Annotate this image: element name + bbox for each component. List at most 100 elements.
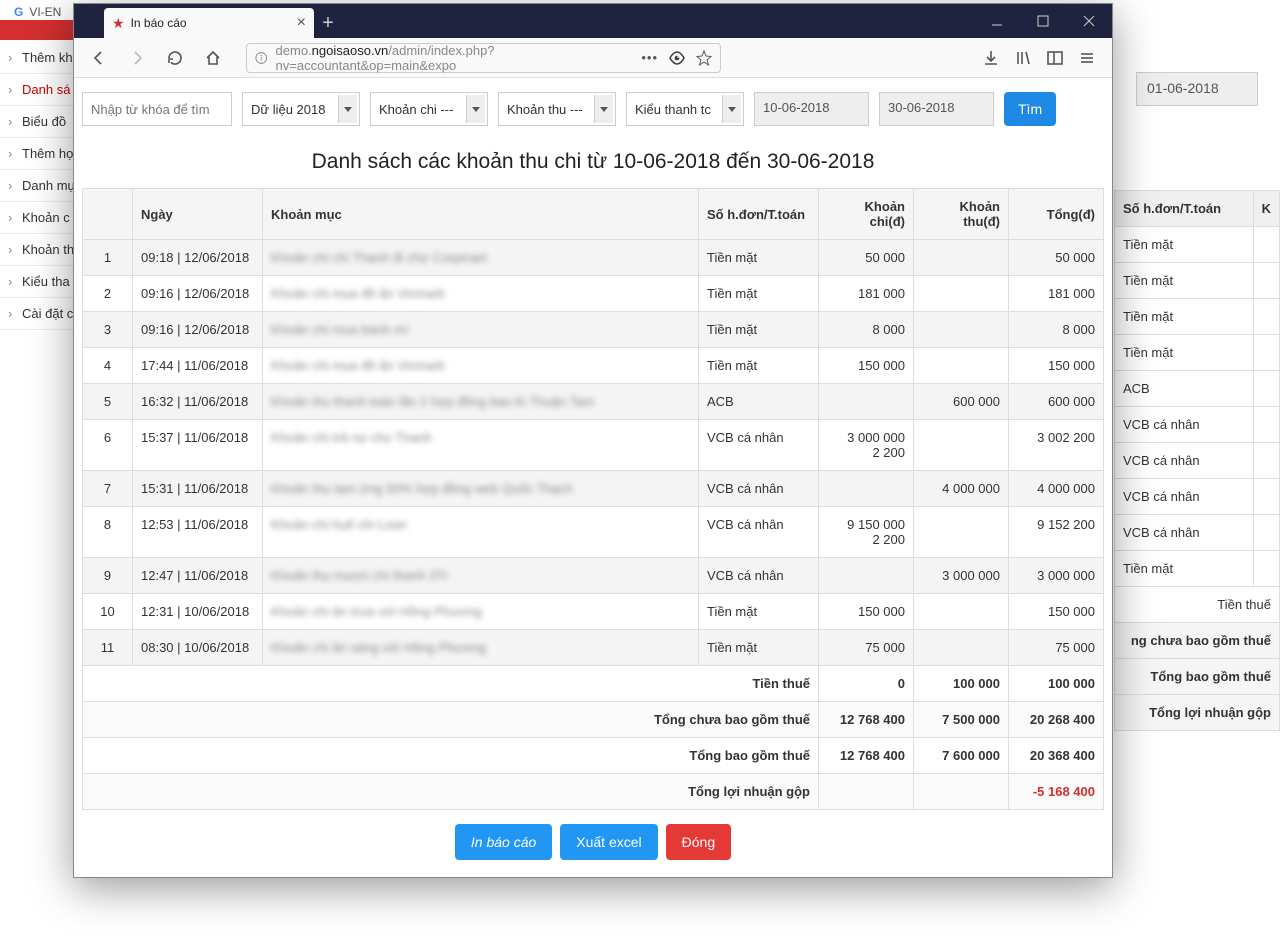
cell-date: 12:31 | 10/06/2018 [133,594,263,630]
url-bar[interactable]: demo.ngoisaoso.vn/admin/index.php?nv=acc… [246,43,721,73]
bg-lang-toggle: G VI-EN [14,5,61,19]
bg-sidebar-item[interactable]: Biểu đồ [0,106,78,138]
cell-thu [914,420,1009,471]
bg-red-header [0,20,80,40]
cell-idx: 9 [83,558,133,594]
cell-idx: 2 [83,276,133,312]
bg-sidebar-item[interactable]: Thêm kh [0,42,78,74]
new-tab-button[interactable]: + [314,8,342,38]
bg-sidebar-item[interactable]: Cài đặt c [0,298,78,330]
thu-select[interactable]: Khoản thu --- [498,92,616,126]
cell-total: 4 000 000 [1009,471,1104,507]
cell-date: 09:16 | 12/06/2018 [133,312,263,348]
close-button[interactable]: Đóng [666,824,731,860]
summary-row: Tổng lợi nhuận gộp-5 168 400 [83,774,1104,810]
sidebar-icon[interactable] [1040,43,1070,73]
bg-table: Số h.đơn/T.toánKTiền mặtTiền mặtTiền mặt… [1114,190,1280,587]
table-row: 209:16 | 12/06/2018Khoản chi mua đồ ăn V… [83,276,1104,312]
back-button[interactable] [84,43,114,73]
cell-thu: 3 000 000 [914,558,1009,594]
cell-chi: 50 000 [819,240,914,276]
table-row: 1108:30 | 10/06/2018Khoản chi ăn sáng vớ… [83,630,1104,666]
bg-date-from[interactable]: 01-06-2018 [1136,72,1258,106]
bg-sidebar-item[interactable]: Danh mụ [0,170,78,202]
url-text: demo.ngoisaoso.vn/admin/index.php?nv=acc… [276,43,634,73]
reload-button[interactable] [160,43,190,73]
cell-idx: 5 [83,384,133,420]
cell-thu [914,630,1009,666]
cell-idx: 3 [83,312,133,348]
library-icon[interactable] [1008,43,1038,73]
window-minimize-button[interactable] [974,4,1020,38]
search-input[interactable] [82,92,232,126]
print-button[interactable]: In báo cáo [455,824,552,860]
action-row: In báo cáo Xuất excel Đóng [82,824,1104,860]
cell-chi [819,558,914,594]
tab-close-icon[interactable]: × [297,14,306,32]
cell-item: Khoản thu thanh toán lần 2 hợp đồng bao … [263,384,699,420]
col-item: Khoản mục [263,189,699,240]
cell-chi: 150 000 [819,348,914,384]
col-date: Ngày [133,189,263,240]
more-icon[interactable]: ••• [641,50,658,65]
year-select[interactable]: Dữ liệu 2018 [242,92,360,126]
cell-chi: 3 000 0002 200 [819,420,914,471]
downloads-icon[interactable] [976,43,1006,73]
summary-total: 100 000 [1009,666,1104,702]
cell-method: Tiền mặt [699,240,819,276]
cell-method: ACB [699,384,819,420]
tab-active[interactable]: ★ In báo cáo × [104,8,314,38]
menu-icon[interactable] [1072,43,1102,73]
col-thu: Khoản thu(đ) [914,189,1009,240]
filter-row: Dữ liệu 2018 Khoản chi --- Khoản thu ---… [82,92,1104,126]
cell-thu [914,240,1009,276]
date-from-input[interactable]: 10-06-2018 [754,92,869,126]
cell-total: 3 002 200 [1009,420,1104,471]
summary-total: 20 268 400 [1009,702,1104,738]
summary-row: Tổng bao gồm thuế12 768 4007 600 00020 3… [83,738,1104,774]
chi-select[interactable]: Khoản chi --- [370,92,488,126]
bg-sidebar-item[interactable]: Thêm họ [0,138,78,170]
cell-chi: 181 000 [819,276,914,312]
reader-icon[interactable] [668,49,686,67]
window-close-button[interactable] [1066,4,1112,38]
star-icon: ★ [112,15,125,32]
export-excel-button[interactable]: Xuất excel [560,824,657,860]
summary-thu: 7 500 000 [914,702,1009,738]
cell-method: VCB cá nhân [699,471,819,507]
cell-thu [914,594,1009,630]
cell-method: VCB cá nhân [699,507,819,558]
bg-sidebar-item[interactable]: Kiểu tha [0,266,78,298]
search-button[interactable]: Tìm [1004,92,1056,126]
window-maximize-button[interactable] [1020,4,1066,38]
bookmark-icon[interactable] [696,50,712,66]
page-content: Dữ liệu 2018 Khoản chi --- Khoản thu ---… [74,78,1112,877]
summary-row: Tiền thuế0100 000100 000 [83,666,1104,702]
summary-total: -5 168 400 [1009,774,1104,810]
payment-select[interactable]: Kiểu thanh tc [626,92,744,126]
summary-thu: 100 000 [914,666,1009,702]
bg-filter-right: 01-06-2018 [1136,72,1258,106]
date-to-input[interactable]: 30-06-2018 [879,92,994,126]
col-method: Số h.đơn/T.toán [699,189,819,240]
col-idx [83,189,133,240]
cell-idx: 4 [83,348,133,384]
forward-button[interactable] [122,43,152,73]
cell-chi: 8 000 [819,312,914,348]
bg-sidebar-item[interactable]: Danh sá [0,74,78,106]
cell-item: Khoản chi chi Thanh đi chợ Corpmart [263,240,699,276]
summary-label: Tổng chưa bao gồm thuế [83,702,819,738]
cell-thu [914,507,1009,558]
cell-idx: 1 [83,240,133,276]
cell-item: Khoản thu mượn chi thanh 3Tr [263,558,699,594]
cell-thu [914,348,1009,384]
bg-sidebar-item[interactable]: Khoản th [0,234,78,266]
home-button[interactable] [198,43,228,73]
cell-method: Tiền mặt [699,594,819,630]
cell-total: 181 000 [1009,276,1104,312]
bg-sidebar-item[interactable]: Khoản c [0,202,78,234]
cell-date: 08:30 | 10/06/2018 [133,630,263,666]
summary-row: Tổng chưa bao gồm thuế12 768 4007 500 00… [83,702,1104,738]
bg-summary: Tiền thuếng chưa bao gồm thuếTổng bao gồ… [1114,587,1280,731]
cell-idx: 10 [83,594,133,630]
